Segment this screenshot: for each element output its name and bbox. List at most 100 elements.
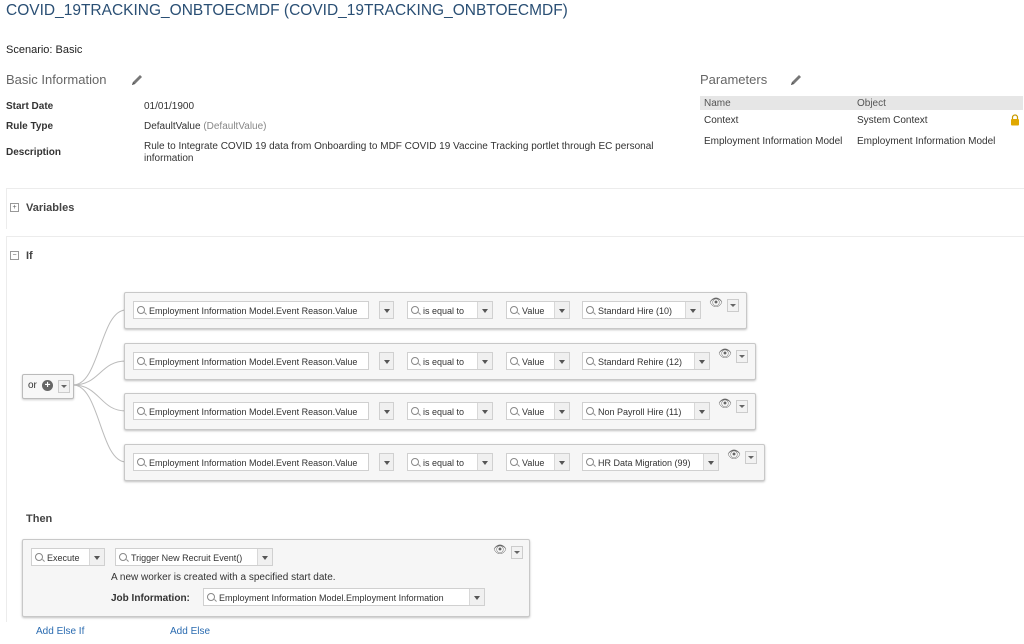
value-type-select[interactable]: Value bbox=[506, 402, 570, 420]
chevron-down-icon bbox=[694, 403, 709, 419]
value-select[interactable]: Non Payroll Hire (11) bbox=[582, 402, 710, 420]
operator-text: is equal to bbox=[423, 357, 465, 367]
chevron-down-icon bbox=[380, 403, 393, 419]
search-icon bbox=[586, 357, 594, 365]
condition-field[interactable]: Employment Information Model.Event Reaso… bbox=[133, 301, 369, 319]
param-name: Employment Information Model bbox=[704, 136, 843, 147]
edit-pencil-icon[interactable] bbox=[130, 73, 144, 87]
action-select[interactable]: Execute bbox=[31, 548, 105, 566]
condition-connectors bbox=[72, 309, 127, 463]
job-info-text: Employment Information Model.Employment … bbox=[219, 593, 444, 603]
search-icon bbox=[119, 553, 127, 561]
eye-icon[interactable]: 👁 bbox=[709, 296, 723, 309]
variables-section bbox=[6, 188, 1024, 229]
chevron-down-icon bbox=[554, 403, 569, 419]
chevron-down-icon bbox=[554, 454, 569, 470]
operator-text: is equal to bbox=[423, 458, 465, 468]
chevron-down-icon[interactable] bbox=[727, 299, 739, 312]
value-select[interactable]: Standard Hire (10) bbox=[582, 301, 701, 319]
lock-icon bbox=[1011, 114, 1019, 126]
chevron-down-icon[interactable] bbox=[58, 380, 70, 393]
eye-icon[interactable]: 👁 bbox=[727, 448, 741, 461]
value-type-select[interactable]: Value bbox=[506, 301, 570, 319]
chevron-down-icon bbox=[257, 549, 272, 565]
value-text: HR Data Migration (99) bbox=[598, 458, 691, 468]
operator-select[interactable]: is equal to bbox=[407, 301, 493, 319]
search-icon bbox=[411, 357, 419, 365]
search-icon bbox=[137, 357, 145, 365]
rule-type-main: DefaultValue bbox=[144, 121, 201, 132]
page-title: COVID_19TRACKING_ONBTOECMDF (COVID_19TRA… bbox=[6, 2, 568, 19]
search-icon bbox=[35, 553, 43, 561]
search-icon bbox=[207, 593, 215, 601]
field-dropdown[interactable] bbox=[379, 453, 394, 471]
rule-type-value: DefaultValue (DefaultValue) bbox=[144, 121, 267, 132]
param-object-cell: System Context bbox=[853, 110, 1023, 131]
rule-type-label: Rule Type bbox=[6, 121, 54, 132]
search-icon bbox=[510, 306, 518, 314]
operator-select[interactable]: is equal to bbox=[407, 352, 493, 370]
start-date-label: Start Date bbox=[6, 101, 54, 112]
parameters-table: Name Object Context System Context Emplo… bbox=[700, 96, 1023, 152]
search-icon bbox=[510, 407, 518, 415]
search-icon bbox=[510, 458, 518, 466]
value-select[interactable]: Standard Rehire (12) bbox=[582, 352, 710, 370]
condition-field-text: Employment Information Model.Event Reaso… bbox=[149, 407, 358, 417]
chevron-down-icon bbox=[703, 454, 718, 470]
edit-pencil-icon[interactable] bbox=[789, 73, 803, 87]
variables-label[interactable]: Variables bbox=[26, 202, 74, 214]
condition-field[interactable]: Employment Information Model.Event Reaso… bbox=[133, 352, 369, 370]
operator-select[interactable]: is equal to bbox=[407, 402, 493, 420]
condition-field[interactable]: Employment Information Model.Event Reaso… bbox=[133, 402, 369, 420]
field-dropdown[interactable] bbox=[379, 301, 394, 319]
collapse-icon[interactable]: − bbox=[10, 251, 19, 260]
operator-select[interactable]: is equal to bbox=[407, 453, 493, 471]
add-else-link[interactable]: Add Else bbox=[170, 626, 210, 637]
action-text: Execute bbox=[47, 553, 80, 563]
condition-field[interactable]: Employment Information Model.Event Reaso… bbox=[133, 453, 369, 471]
field-dropdown[interactable] bbox=[379, 402, 394, 420]
value-select[interactable]: HR Data Migration (99) bbox=[582, 453, 719, 471]
value-text: Non Payroll Hire (11) bbox=[598, 407, 682, 417]
chevron-down-icon bbox=[477, 403, 492, 419]
value-type-text: Value bbox=[522, 306, 545, 316]
expand-icon[interactable]: + bbox=[10, 203, 19, 212]
function-select[interactable]: Trigger New Recruit Event() bbox=[115, 548, 273, 566]
col-object-header: Object bbox=[853, 96, 1023, 110]
value-type-text: Value bbox=[522, 357, 545, 367]
value-type-text: Value bbox=[522, 458, 545, 468]
then-action-box: Execute Trigger New Recruit Event() 👁 A … bbox=[22, 539, 530, 617]
job-info-select[interactable]: Employment Information Model.Employment … bbox=[203, 588, 485, 606]
eye-icon[interactable]: 👁 bbox=[493, 543, 507, 556]
field-dropdown[interactable] bbox=[379, 352, 394, 370]
parameters-header-row: Name Object bbox=[700, 96, 1023, 110]
chevron-down-icon[interactable] bbox=[745, 451, 757, 464]
chevron-down-icon bbox=[380, 302, 393, 318]
chevron-down-icon bbox=[380, 353, 393, 369]
chevron-down-icon bbox=[554, 353, 569, 369]
value-type-select[interactable]: Value bbox=[506, 352, 570, 370]
function-text: Trigger New Recruit Event() bbox=[131, 553, 243, 563]
param-object: Employment Information Model bbox=[857, 136, 996, 147]
operator-label: or bbox=[28, 380, 37, 391]
value-type-text: Value bbox=[522, 407, 545, 417]
search-icon bbox=[510, 357, 518, 365]
description-label: Description bbox=[6, 147, 62, 158]
chevron-down-icon[interactable] bbox=[736, 350, 748, 363]
table-row: Context System Context bbox=[700, 110, 1023, 131]
chevron-down-icon[interactable] bbox=[736, 400, 748, 413]
eye-icon[interactable]: 👁 bbox=[718, 347, 732, 360]
chevron-down-icon bbox=[477, 353, 492, 369]
search-icon bbox=[411, 407, 419, 415]
operator-box[interactable]: or + bbox=[22, 374, 74, 399]
search-icon bbox=[137, 458, 145, 466]
chevron-down-icon[interactable] bbox=[511, 546, 523, 559]
eye-icon[interactable]: 👁 bbox=[718, 397, 732, 410]
value-type-select[interactable]: Value bbox=[506, 453, 570, 471]
add-else-if-link[interactable]: Add Else If bbox=[36, 626, 84, 637]
function-description: A new worker is created with a specified… bbox=[111, 572, 336, 583]
chevron-down-icon bbox=[694, 353, 709, 369]
chevron-down-icon bbox=[469, 589, 484, 605]
param-object: System Context bbox=[857, 115, 928, 126]
add-circle-icon[interactable]: + bbox=[42, 380, 53, 391]
